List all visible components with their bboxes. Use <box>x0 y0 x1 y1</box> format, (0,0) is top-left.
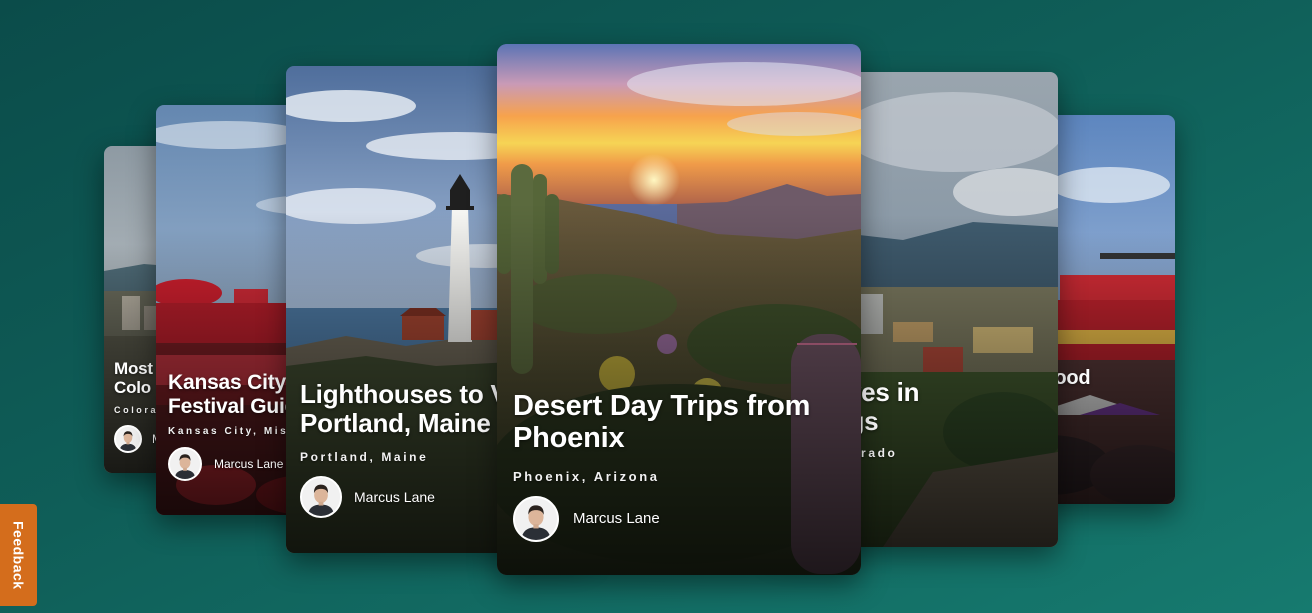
person-avatar-icon <box>114 425 142 454</box>
feedback-label: Feedback <box>10 520 27 590</box>
person-avatar-icon <box>168 447 202 482</box>
story-card-phoenix[interactable]: Desert Day Trips from Phoenix Phoenix, Ar… <box>497 44 861 575</box>
card-location: Kansas City, Mis <box>168 426 289 438</box>
card-carousel: MostColo Colorado M <box>0 0 1312 613</box>
card-location: Phoenix, Arizona <box>513 468 660 484</box>
feedback-button[interactable]: Feedback <box>0 504 37 606</box>
card-location: Portland, Maine <box>300 450 429 465</box>
author-name: Marcus Lane <box>214 457 284 472</box>
card-title: Lighthouses to Vi Portland, Maine <box>300 379 515 439</box>
person-avatar-icon <box>300 476 342 519</box>
author-name: Marcus Lane <box>573 510 660 528</box>
person-avatar-icon <box>513 495 559 542</box>
card-author: Marcus Lane <box>513 495 810 542</box>
author-name: Marcus Lane <box>354 489 435 506</box>
card-title: Desert Day Trips from Phoenix <box>513 390 811 455</box>
card-author: Marcus Lane <box>300 476 514 519</box>
card-author: Marcus Lane <box>168 447 297 482</box>
card-title: Kansas City Festival Guid <box>168 371 298 418</box>
